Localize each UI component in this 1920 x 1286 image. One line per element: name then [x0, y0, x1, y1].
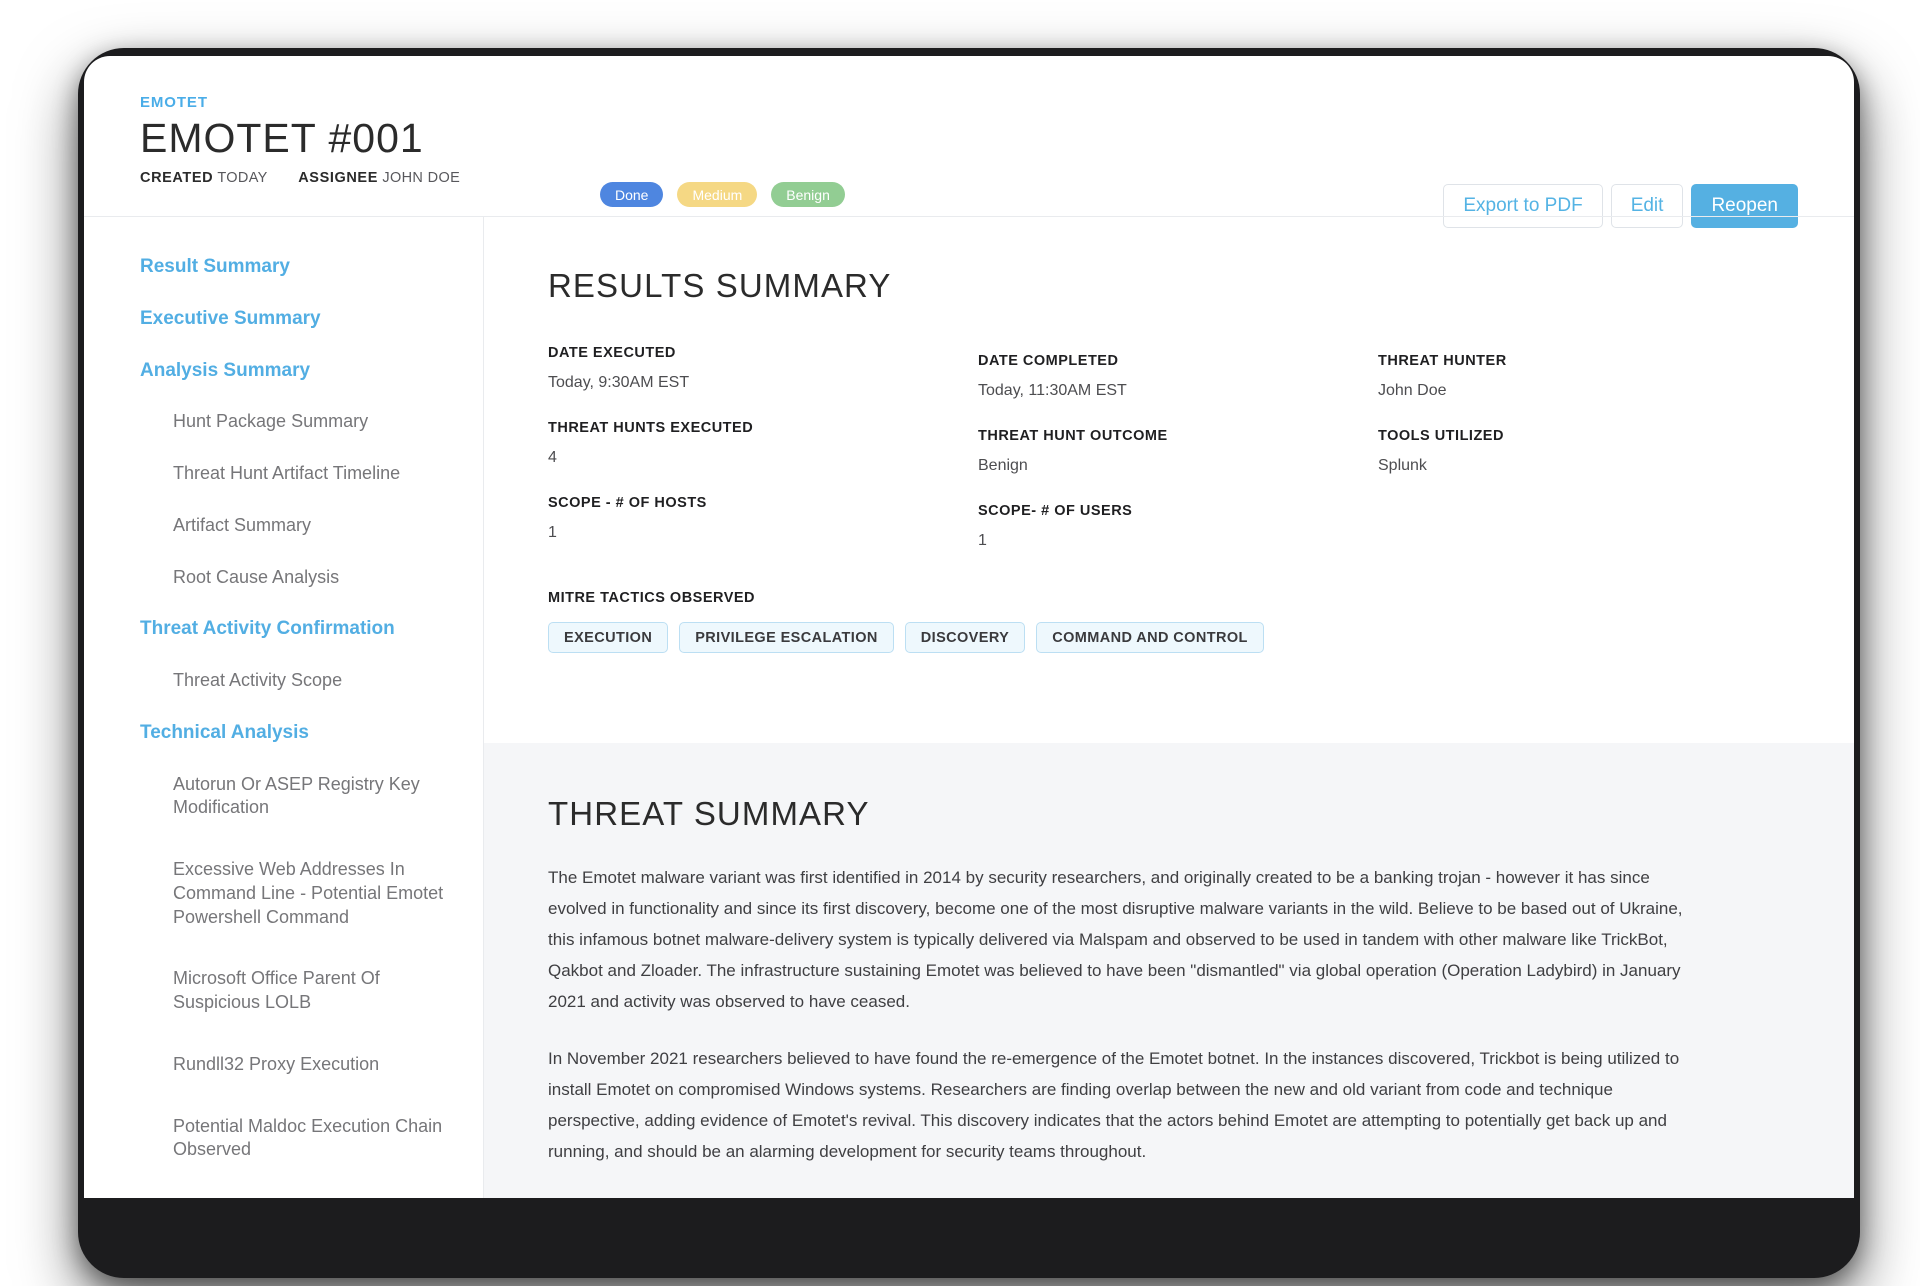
result-field-label: THREAT HUNTER — [1378, 353, 1507, 369]
sidebar-item-analysis-summary[interactable]: Analysis Summary — [140, 359, 455, 383]
sidebar-item-autorun-or-asep-registry-key-modificatio[interactable]: Autorun Or ASEP Registry Key Modificatio… — [173, 773, 455, 821]
sidebar-item-result-summary[interactable]: Result Summary — [140, 255, 455, 279]
result-field: SCOPE- # OF USERS 1 — [978, 503, 1378, 578]
result-field — [1378, 503, 1798, 578]
body-split: Result Summary Executive Summary Analysis … — [84, 216, 1854, 1198]
breadcrumb-eyebrow: EMOTET — [140, 94, 208, 111]
result-field-value: Today, 9:30AM EST — [548, 374, 690, 391]
status-badge[interactable]: Done — [600, 182, 664, 207]
result-field-value: 1 — [548, 524, 557, 541]
results-summary-section: RESULTS SUMMARY DATE EXECUTED Today, 9:30… — [484, 217, 1854, 653]
result-field-value: John Doe — [1378, 382, 1447, 399]
result-field-label: THREAT HUNTS EXECUTED — [548, 420, 754, 436]
mitre-tactic-chip[interactable]: EXECUTION — [548, 622, 669, 653]
mitre-tactics-label: MITRE TACTICS OBSERVED — [548, 590, 756, 606]
assignee-label: ASSIGNEE — [298, 170, 378, 187]
result-field-label: SCOPE - # OF HOSTS — [548, 495, 707, 511]
threat-summary-paragraph-1: The Emotet malware variant was first ide… — [548, 868, 1683, 1011]
result-field: THREAT HUNTER John Doe — [1378, 353, 1798, 428]
page-header: EMOTET EMOTET #001 CREATED TODAY ASSIGNE… — [84, 56, 1854, 228]
sidebar-item-threat-activity-confirmation[interactable]: Threat Activity Confirmation — [140, 617, 455, 641]
created-value: TODAY — [217, 170, 268, 187]
result-field-label: TOOLS UTILIZED — [1378, 428, 1504, 444]
result-field-label: DATE EXECUTED — [548, 345, 676, 361]
page-title: EMOTET #001 — [140, 115, 424, 161]
result-field: DATE COMPLETED Today, 11:30AM EST — [978, 353, 1378, 428]
results-summary-title: RESULTS SUMMARY — [548, 267, 892, 304]
sidebar-item-excessive-web-addresses-in-command-line-[interactable]: Excessive Web Addresses In Command Line … — [173, 858, 455, 929]
result-field: THREAT HUNT OUTCOME Benign — [978, 428, 1378, 503]
status-badge[interactable]: Medium — [677, 182, 758, 207]
sidebar-item-hunt-package-summary[interactable]: Hunt Package Summary — [173, 410, 455, 434]
report-sidebar-nav: Result Summary Executive Summary Analysis … — [84, 217, 484, 1198]
sidebar-item-root-cause-analysis[interactable]: Root Cause Analysis — [173, 566, 455, 590]
result-field: SCOPE - # OF HOSTS 1 — [548, 495, 978, 570]
mitre-tactics-chips: EXECUTION PRIVILEGE ESCALATION DISCOVERY CO… — [548, 622, 1798, 653]
threat-summary-title: THREAT SUMMARY — [548, 795, 870, 832]
sidebar-item-threat-activity-scope[interactable]: Threat Activity Scope — [173, 669, 455, 693]
sidebar-item-microsoft-office-parent-of-suspicious-lo[interactable]: Microsoft Office Parent Of Suspicious LO… — [173, 967, 455, 1015]
created-label: CREATED — [140, 170, 214, 187]
sidebar-item-technical-analysis[interactable]: Technical Analysis — [140, 721, 455, 745]
sidebar-item-artifact-summary[interactable]: Artifact Summary — [173, 514, 455, 538]
result-field-value: 4 — [548, 449, 557, 466]
status-badges: Done Medium Benign — [600, 182, 845, 207]
mitre-tactic-chip[interactable]: DISCOVERY — [904, 622, 1026, 653]
main-content: RESULTS SUMMARY DATE EXECUTED Today, 9:30… — [484, 217, 1854, 1198]
sidebar-item-executive-summary[interactable]: Executive Summary — [140, 307, 455, 331]
result-field-value: Splunk — [1378, 457, 1427, 474]
result-field-label: THREAT HUNT OUTCOME — [978, 428, 1168, 444]
sidebar-item-potential-maldoc-execution-chain-observe[interactable]: Potential Maldoc Execution Chain Observe… — [173, 1115, 455, 1163]
sidebar-item-rundll32-proxy-execution[interactable]: Rundll32 Proxy Execution — [173, 1053, 455, 1077]
result-field: THREAT HUNTS EXECUTED 4 — [548, 420, 978, 495]
app-window: EMOTET EMOTET #001 CREATED TODAY ASSIGNE… — [84, 56, 1854, 1198]
mitre-tactic-chip[interactable]: COMMAND AND CONTROL — [1036, 622, 1264, 653]
result-field: DATE EXECUTED Today, 9:30AM EST — [548, 345, 978, 420]
result-field-label: DATE COMPLETED — [978, 353, 1119, 369]
result-field-value: Benign — [978, 457, 1028, 474]
mitre-tactic-chip[interactable]: PRIVILEGE ESCALATION — [679, 622, 894, 653]
result-field-value: Today, 11:30AM EST — [978, 382, 1127, 399]
result-field-value: 1 — [978, 532, 987, 549]
result-field: TOOLS UTILIZED Splunk — [1378, 428, 1798, 503]
threat-summary-section: THREAT SUMMARY The Emotet malware varian… — [484, 743, 1854, 1198]
status-badge[interactable]: Benign — [771, 182, 845, 207]
sidebar-item-threat-hunt-artifact-timeline[interactable]: Threat Hunt Artifact Timeline — [173, 462, 455, 486]
assignee-value: JOHN DOE — [382, 170, 461, 187]
results-field-grid: DATE EXECUTED Today, 9:30AM EST DATE COMPL… — [548, 345, 1798, 570]
result-field-label: SCOPE- # OF USERS — [978, 503, 1133, 519]
threat-summary-paragraph-2: In November 2021 researchers believed to… — [548, 1048, 1680, 1161]
